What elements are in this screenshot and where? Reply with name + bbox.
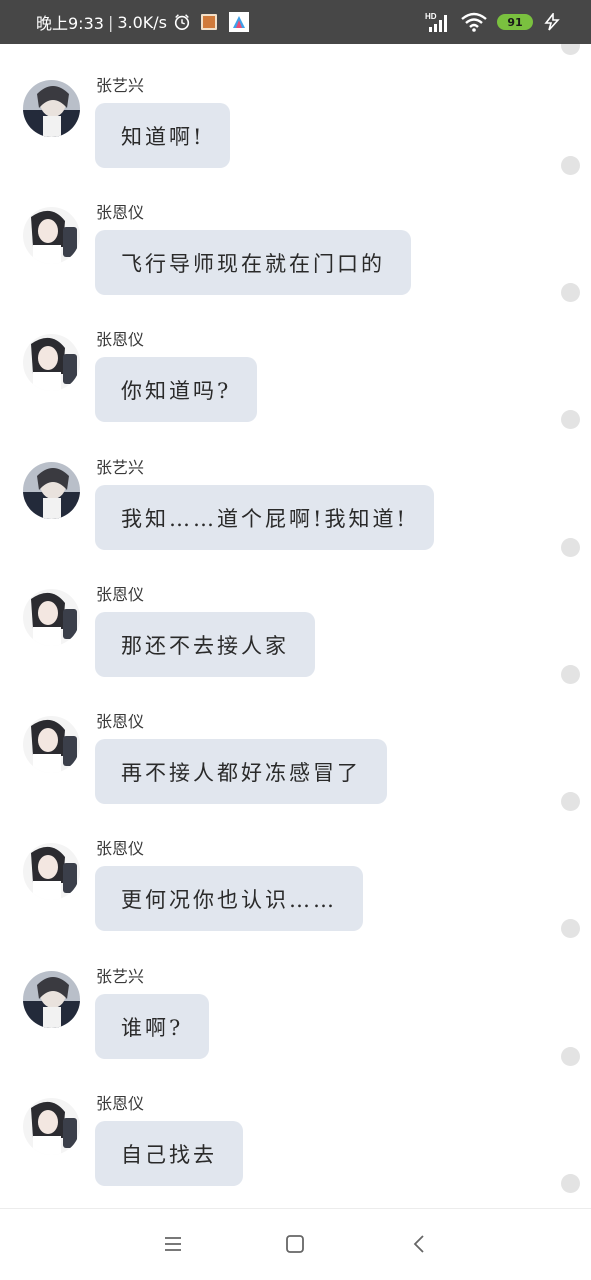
chat-list[interactable]: 张艺兴 知道啊! 张恩仪 飞行导师现在就在门口的 张恩仪 你知道吗? 张艺兴 我… bbox=[0, 44, 591, 1208]
sender-name: 张恩仪 bbox=[96, 203, 145, 222]
message-item: 张恩仪 飞行导师现在就在门口的 bbox=[0, 171, 591, 302]
message-item: 张恩仪 更何况你也认识…… bbox=[0, 807, 591, 938]
message-bubble[interactable]: 更何况你也认识…… bbox=[95, 866, 363, 931]
message-bubble[interactable]: 谁啊? bbox=[95, 994, 210, 1059]
sender-name: 张恩仪 bbox=[96, 330, 145, 349]
message-bubble[interactable]: 飞行导师现在就在门口的 bbox=[95, 230, 411, 295]
sender-name: 张艺兴 bbox=[96, 967, 145, 986]
message-bubble[interactable]: 自己找去 bbox=[95, 1121, 243, 1186]
message-item: 张恩仪 那还不去接人家 bbox=[0, 553, 591, 684]
sender-name: 张恩仪 bbox=[96, 839, 145, 858]
message-bubble[interactable]: 我知……道个屁啊!我知道! bbox=[95, 485, 434, 550]
sender-name: 张恩仪 bbox=[96, 585, 145, 604]
status-bar: 晚上9:33 | 3.0K/s HD 91 bbox=[0, 0, 591, 44]
navigation-bar bbox=[0, 1208, 591, 1280]
avatar[interactable] bbox=[23, 80, 80, 137]
read-status-dot bbox=[561, 1174, 580, 1193]
message-item: 张艺兴 知道啊! bbox=[0, 44, 591, 175]
message-item: 张恩仪 自己找去 bbox=[0, 1062, 591, 1193]
avatar[interactable] bbox=[23, 843, 80, 900]
sender-name: 张艺兴 bbox=[96, 76, 145, 95]
sender-name: 张艺兴 bbox=[96, 458, 145, 477]
alarm-clock-icon bbox=[174, 14, 190, 31]
signal-icon: HD bbox=[425, 12, 447, 32]
message-bubble[interactable]: 那还不去接人家 bbox=[95, 612, 315, 677]
status-left: 晚上9:33 | 3.0K/s bbox=[36, 0, 249, 44]
message-item: 张艺兴 我知……道个屁啊!我知道! bbox=[0, 426, 591, 557]
notification-app-icon bbox=[201, 14, 217, 30]
avatar[interactable] bbox=[23, 1098, 80, 1155]
network-speed: 3.0K/s bbox=[117, 12, 167, 32]
status-separator: | bbox=[107, 12, 114, 32]
avatar[interactable] bbox=[23, 462, 80, 519]
avatar[interactable] bbox=[23, 334, 80, 391]
status-right: HD 91 bbox=[425, 0, 561, 44]
battery-icon: 91 bbox=[497, 14, 533, 30]
avatar[interactable] bbox=[23, 716, 80, 773]
sender-name: 张恩仪 bbox=[96, 1094, 145, 1113]
wifi-icon bbox=[461, 12, 487, 32]
battery-level: 91 bbox=[507, 15, 523, 29]
message-item: 张艺兴 谁啊? bbox=[0, 935, 591, 1066]
back-icon[interactable] bbox=[409, 1233, 431, 1255]
message-bubble[interactable]: 你知道吗? bbox=[95, 357, 258, 422]
message-item: 张恩仪 再不接人都好冻感冒了 bbox=[0, 680, 591, 811]
status-time: 晚上9:33 bbox=[36, 14, 104, 33]
avatar[interactable] bbox=[23, 971, 80, 1028]
charging-icon bbox=[544, 13, 560, 31]
message-bubble[interactable]: 再不接人都好冻感冒了 bbox=[95, 739, 387, 804]
network-badge: HD bbox=[425, 12, 437, 21]
avatar[interactable] bbox=[23, 207, 80, 264]
message-bubble[interactable]: 知道啊! bbox=[95, 103, 231, 168]
app-icon bbox=[229, 12, 249, 32]
home-icon[interactable] bbox=[284, 1233, 306, 1255]
message-item: 张恩仪 你知道吗? bbox=[0, 298, 591, 429]
avatar[interactable] bbox=[23, 589, 80, 646]
menu-icon[interactable] bbox=[162, 1233, 184, 1255]
sender-name: 张恩仪 bbox=[96, 712, 145, 731]
